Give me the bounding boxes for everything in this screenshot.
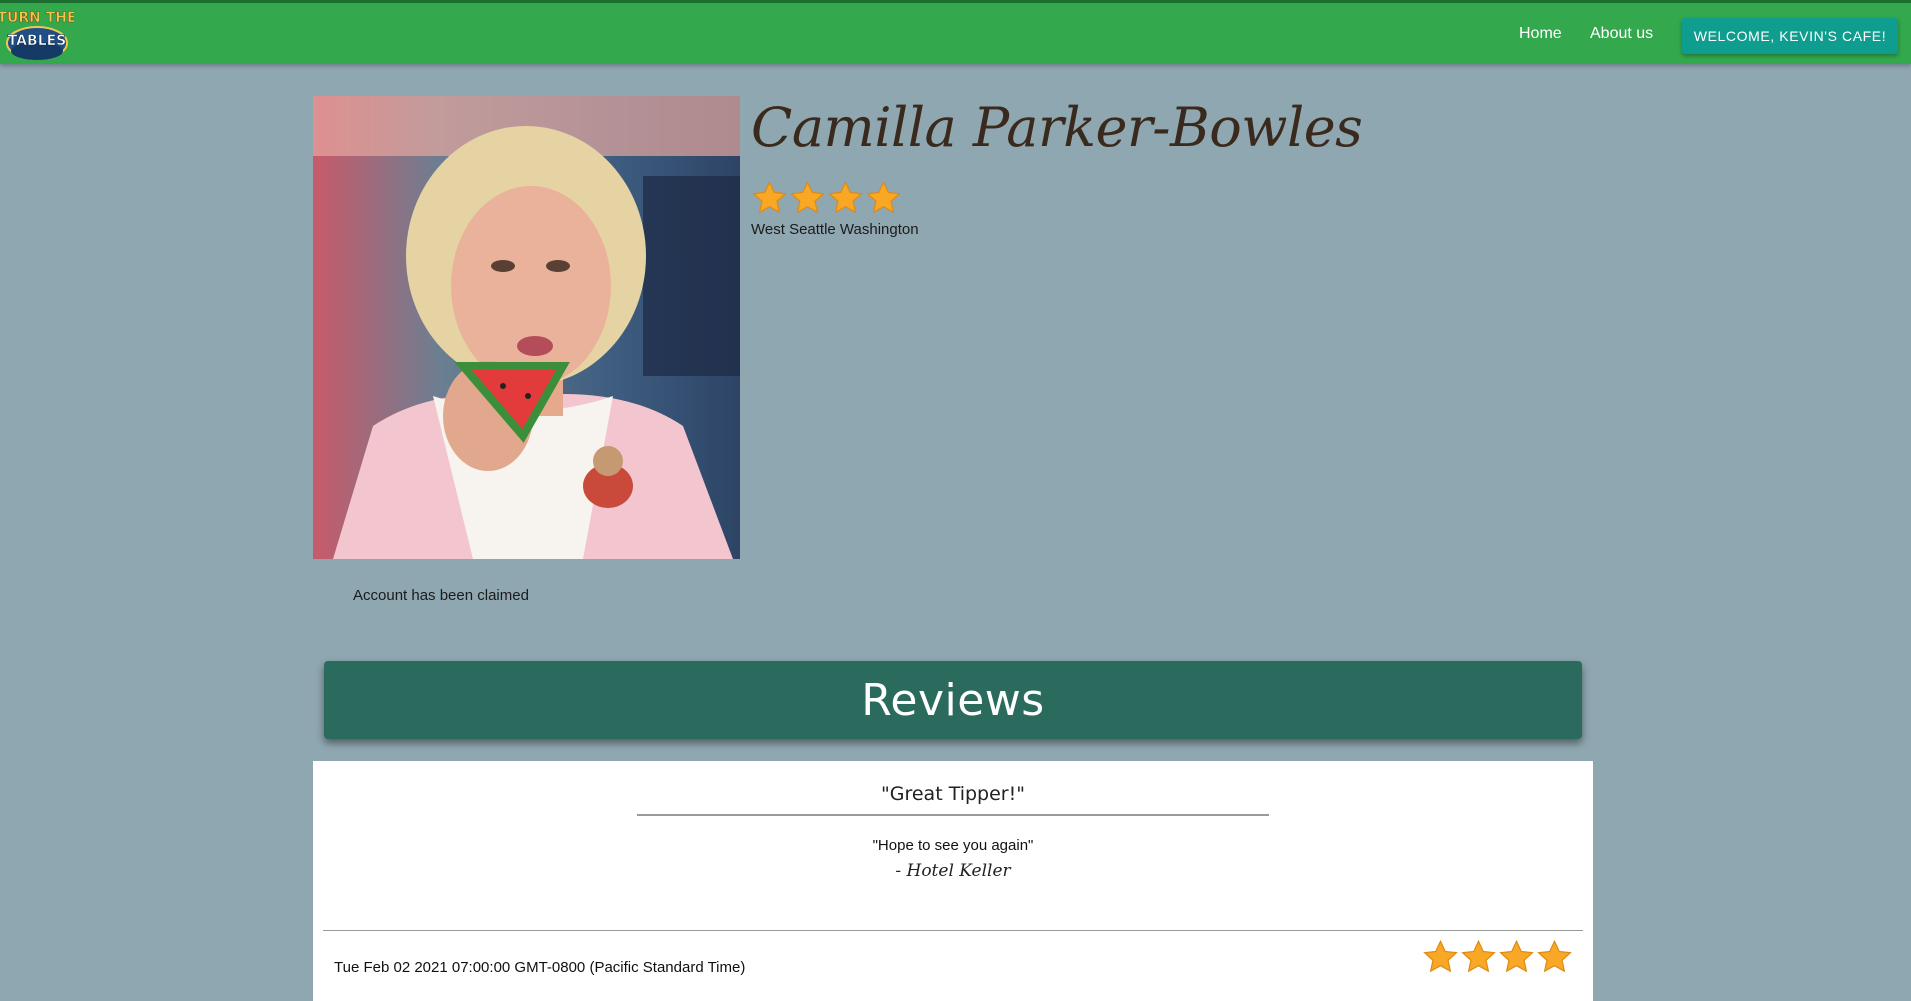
nav-about-link[interactable]: About us [1590,25,1653,43]
profile-name: Camilla Parker-Bowles [751,96,1363,159]
logo-text-top: TURN THE [0,10,74,26]
profile-photo [313,96,740,559]
star-icon [828,180,863,214]
reviews-section-title: Reviews [861,674,1045,726]
star-icon [866,180,901,214]
review-card: "Great Tipper!" "Hope to see you again" … [313,761,1593,1001]
turn-the-tables-logo[interactable]: TURN THE TABLES [0,7,77,65]
star-icon [1537,939,1572,973]
review-title-divider [637,814,1269,816]
star-icon [752,180,787,214]
star-icon [1499,939,1534,973]
profile-location: West Seattle Washington [751,221,919,238]
nav-home-link[interactable]: Home [1519,25,1562,43]
review-body: "Hope to see you again" [872,837,1034,854]
star-icon [1423,939,1458,973]
logo-text-bottom: TABLES [8,33,67,49]
review-date: Tue Feb 02 2021 07:00:00 GMT-0800 (Pacif… [334,959,746,976]
profile-rating-stars [751,180,902,217]
review-rating-stars [1422,939,1573,976]
top-navbar: TURN THE TABLES Home About us WELCOME, K… [0,0,1911,64]
account-claimed-status: Account has been claimed [353,587,529,604]
welcome-account-button[interactable]: WELCOME, KEVIN'S CAFE! [1682,18,1898,54]
star-icon [790,180,825,214]
reviews-banner: Reviews [324,661,1582,739]
review-author: - Hotel Keller [895,861,1011,881]
review-title: "Great Tipper!" [881,783,1025,805]
review-footer-divider [323,930,1583,931]
star-icon [1461,939,1496,973]
